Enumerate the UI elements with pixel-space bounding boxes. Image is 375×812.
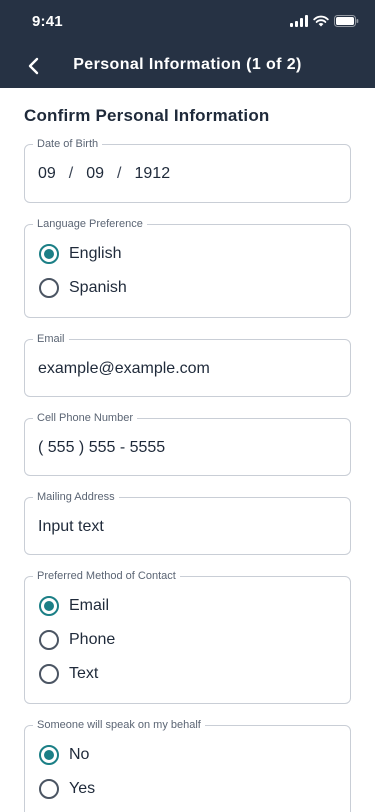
page-title: Personal Information (1 of 2) <box>73 56 302 73</box>
contact-method-label: Preferred Method of Contact <box>33 569 180 583</box>
wifi-icon <box>313 15 329 27</box>
radio-option-spanish[interactable]: Spanish <box>39 277 127 299</box>
radio-button[interactable] <box>39 596 59 616</box>
dob-month[interactable]: 09 <box>38 165 56 183</box>
mailing-address-field[interactable]: Mailing Address Input text <box>24 490 351 555</box>
nav-bar: Personal Information (1 of 2) <box>0 44 375 88</box>
cell-phone-label: Cell Phone Number <box>33 411 137 425</box>
mailing-address-label: Mailing Address <box>33 490 119 504</box>
radio-button[interactable] <box>39 664 59 684</box>
radio-button[interactable] <box>39 278 59 298</box>
email-label: Email <box>33 332 69 346</box>
dob-day[interactable]: 09 <box>86 165 104 183</box>
battery-icon <box>334 15 359 27</box>
radio-label: No <box>69 746 90 763</box>
radio-option-yes[interactable]: Yes <box>39 778 95 800</box>
radio-label: Yes <box>69 780 96 797</box>
status-icons <box>290 15 359 27</box>
status-time: 9:41 <box>32 13 63 30</box>
radio-option-phone[interactable]: Phone <box>39 629 115 651</box>
radio-option-english[interactable]: English <box>39 243 121 265</box>
radio-option-no[interactable]: No <box>39 744 89 766</box>
radio-button[interactable] <box>39 779 59 799</box>
radio-label: Phone <box>69 631 116 648</box>
speak-on-behalf-label: Someone will speak on my behalf <box>33 718 205 732</box>
radio-option-text[interactable]: Text <box>39 663 98 685</box>
radio-button[interactable] <box>39 745 59 765</box>
radio-option-email[interactable]: Email <box>39 595 109 617</box>
date-of-birth-label: Date of Birth <box>33 137 103 151</box>
radio-label: Text <box>69 665 99 682</box>
dob-year[interactable]: 1912 <box>135 165 171 183</box>
date-of-birth-value[interactable]: 09 / 09 / 1912 <box>38 165 170 183</box>
radio-label: Spanish <box>69 279 127 296</box>
radio-button[interactable] <box>39 244 59 264</box>
status-bar: 9:41 <box>0 0 375 44</box>
email-field[interactable]: Email example@example.com <box>24 332 351 397</box>
language-preference-group: Language Preference English Spanish <box>24 217 351 318</box>
speak-on-behalf-group: Someone will speak on my behalf No Yes <box>24 718 351 812</box>
app-header: 9:41 Personal Information (1 of 2) <box>0 0 375 88</box>
contact-method-group: Preferred Method of Contact Email Phone … <box>24 569 351 704</box>
radio-label: English <box>69 245 122 262</box>
radio-label: Email <box>69 597 110 614</box>
mailing-address-input[interactable]: Input text <box>38 518 104 536</box>
dob-separator: / <box>117 165 122 182</box>
date-of-birth-field[interactable]: Date of Birth 09 / 09 / 1912 <box>24 137 351 203</box>
language-preference-label: Language Preference <box>33 217 147 231</box>
cell-phone-input[interactable]: ( 555 ) 555 - 5555 <box>38 439 165 457</box>
cell-phone-field[interactable]: Cell Phone Number ( 555 ) 555 - 5555 <box>24 411 351 476</box>
section-title: Confirm Personal Information <box>24 106 270 125</box>
signal-icon <box>290 15 308 27</box>
email-input[interactable]: example@example.com <box>38 360 210 378</box>
radio-button[interactable] <box>39 630 59 650</box>
dob-separator: / <box>68 165 74 182</box>
